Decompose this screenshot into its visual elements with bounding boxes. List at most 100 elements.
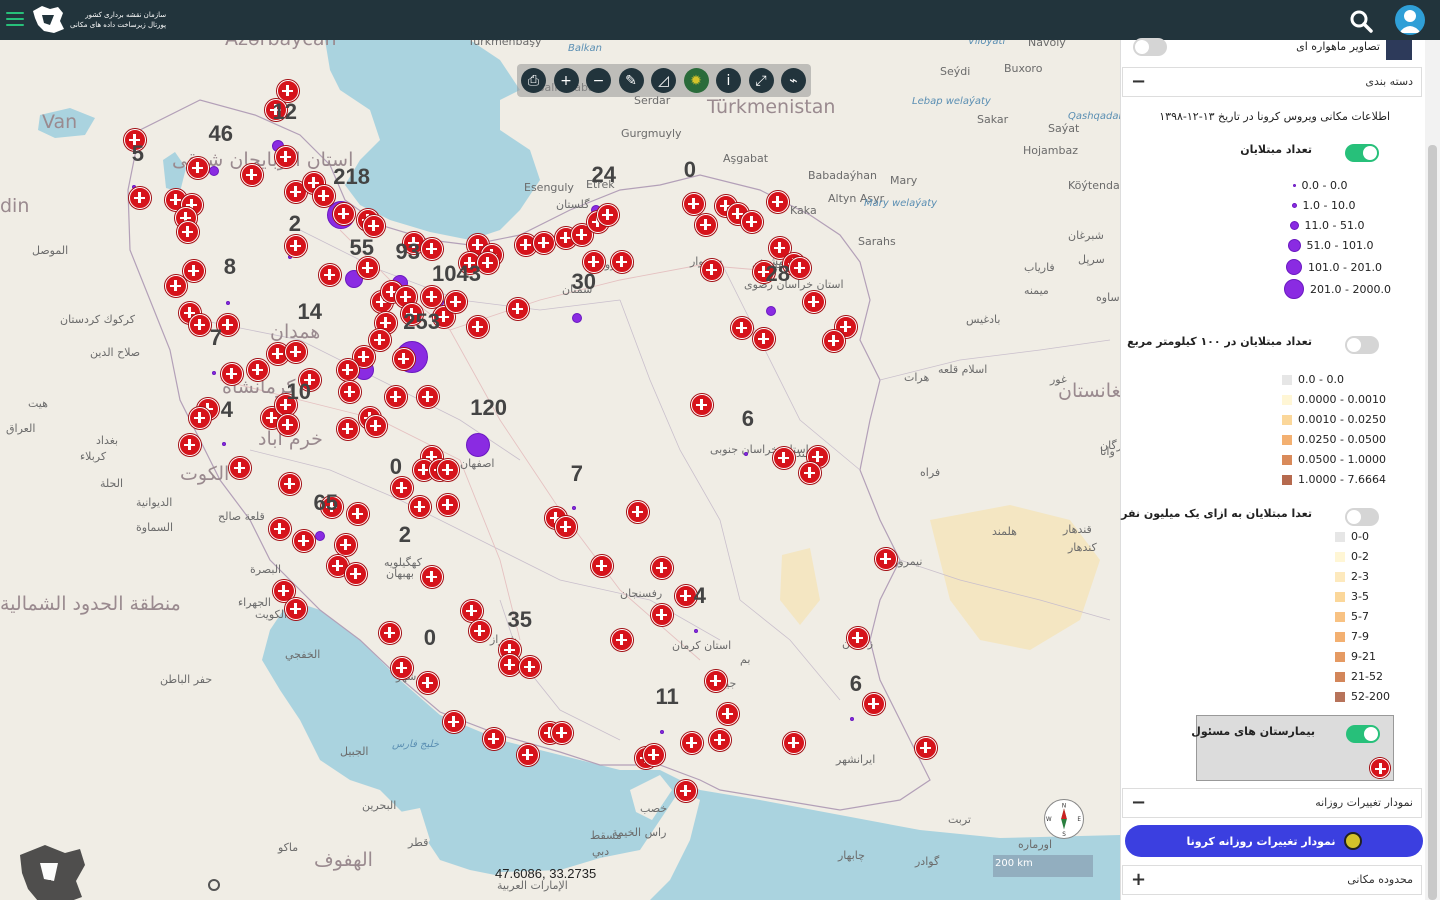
hospital-marker[interactable] [517,744,539,766]
hospital-marker[interactable] [683,193,705,215]
hospital-marker[interactable] [391,657,413,679]
case-point[interactable] [572,506,576,510]
hospital-marker[interactable] [753,328,775,350]
hospital-marker[interactable] [863,693,885,715]
case-point[interactable] [572,313,582,323]
hospital-marker[interactable] [285,235,307,257]
hospital-marker[interactable] [461,600,483,622]
hospital-marker[interactable] [335,534,357,556]
hospital-marker[interactable] [363,215,385,237]
hospital-marker[interactable] [279,473,301,495]
hospital-marker[interactable] [247,359,269,381]
hospital-marker[interactable] [165,275,187,297]
hospital-marker[interactable] [269,518,291,540]
hospital-marker[interactable] [333,203,355,225]
hospital-marker[interactable] [483,728,505,750]
case-point[interactable] [209,166,219,176]
hospital-marker[interactable] [339,381,361,403]
hospital-marker[interactable] [767,191,789,213]
hospital-marker[interactable] [417,386,439,408]
attribution-icon[interactable] [208,879,220,891]
info-icon[interactable]: i [716,68,741,93]
hospital-marker[interactable] [705,670,727,692]
case-point[interactable] [766,306,776,316]
hospital-marker[interactable] [221,363,243,385]
case-point[interactable] [694,629,698,633]
hospital-marker[interactable] [533,232,555,254]
hospital-marker[interactable] [337,418,359,440]
hospital-marker[interactable] [393,348,415,370]
hospital-marker[interactable] [499,654,521,676]
search-icon[interactable] [1348,8,1374,34]
case-point[interactable] [222,442,226,446]
hospital-marker[interactable] [177,221,199,243]
hospital-marker[interactable] [717,703,739,725]
hospital-marker[interactable] [519,656,541,678]
hospital-marker[interactable] [651,604,673,626]
hospital-marker[interactable] [409,496,431,518]
hospital-marker[interactable] [597,204,619,226]
case-point[interactable] [226,301,230,305]
hospital-marker[interactable] [915,737,937,759]
layers-icon[interactable]: ✹ [683,68,709,93]
per-million-layer-toggle[interactable] [1345,508,1379,526]
hospital-marker[interactable] [417,672,439,694]
hospital-marker[interactable] [445,291,467,313]
compass-icon[interactable]: N S W E [1044,799,1084,839]
hospital-marker[interactable] [695,214,717,236]
hamburger-menu-icon[interactable] [6,9,24,29]
hospital-marker[interactable] [379,622,401,644]
measure-icon[interactable]: ◿ [651,68,676,93]
hospital-marker[interactable] [555,516,577,538]
classification-header[interactable]: دسته بندی − [1122,67,1422,97]
hospital-marker[interactable] [469,620,491,642]
hospital-marker[interactable] [365,415,387,437]
hospital-marker[interactable] [611,251,633,273]
expand-icon[interactable]: + [1131,869,1146,890]
hospital-marker[interactable] [293,530,315,552]
hospital-marker[interactable] [337,359,359,381]
hospital-marker[interactable] [551,722,573,744]
hospital-marker[interactable] [691,394,713,416]
satellite-toggle[interactable] [1133,38,1167,56]
collapse-icon[interactable]: − [1131,792,1146,813]
hospital-marker[interactable] [783,732,805,754]
user-avatar-icon[interactable] [1395,5,1425,35]
hospital-marker[interactable] [229,457,251,479]
case-point[interactable] [466,433,490,457]
hospital-marker[interactable] [681,732,703,754]
hospital-marker[interactable] [421,566,443,588]
hospital-marker[interactable] [675,780,697,802]
hospital-marker[interactable] [847,627,869,649]
pencil-icon[interactable]: ✎ [618,68,644,93]
hospital-marker[interactable] [437,494,459,516]
hospital-marker[interactable] [275,146,297,168]
hospital-marker[interactable] [651,557,673,579]
hospital-marker[interactable] [189,407,211,429]
hospital-marker[interactable] [277,414,299,436]
hospital-marker[interactable] [875,548,897,570]
density-layer-toggle[interactable] [1345,336,1379,354]
case-point[interactable] [315,531,325,541]
hospital-marker[interactable] [789,257,811,279]
fullscreen-icon[interactable]: ⤢ [748,68,774,93]
hospital-marker[interactable] [467,316,489,338]
hospitals-layer-toggle[interactable] [1346,725,1380,743]
hospital-marker[interactable] [391,477,413,499]
brush-icon[interactable]: ⌁ [781,68,806,93]
hospital-marker[interactable] [701,259,723,281]
hospital-marker[interactable] [803,291,825,313]
hospital-marker[interactable] [773,447,795,469]
hospital-marker[interactable] [627,501,649,523]
hospital-marker[interactable] [643,744,665,766]
hospital-marker[interactable] [421,238,443,260]
case-point[interactable] [850,717,854,721]
hospital-marker[interactable] [345,563,367,585]
cases-layer-toggle[interactable] [1345,144,1379,162]
hospital-marker[interactable] [183,260,205,282]
hospital-marker[interactable] [611,629,633,651]
hospital-marker[interactable] [241,164,263,186]
zoom-out-icon[interactable]: − [586,68,611,93]
case-point[interactable] [212,371,216,375]
hospital-marker[interactable] [179,434,201,456]
